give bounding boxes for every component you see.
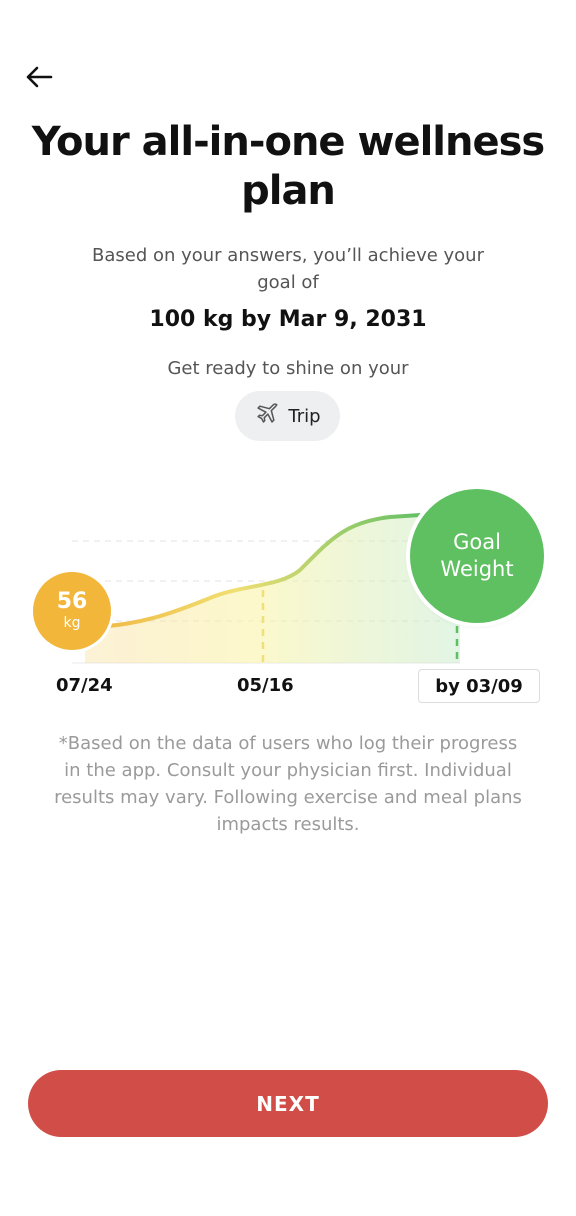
- goal-summary: 100 kg by Mar 9, 2031: [149, 307, 427, 332]
- projection-area: [85, 515, 460, 663]
- back-button[interactable]: [22, 62, 56, 96]
- goal-weight-label: Goal Weight: [440, 530, 514, 581]
- arrow-left-icon: [25, 66, 53, 92]
- start-weight-unit: kg: [63, 615, 81, 631]
- page-title: Your all-in-one wellness plan: [31, 119, 545, 214]
- plan-subtitle: Based on your answers, you’ll achieve yo…: [91, 245, 484, 293]
- goal-weight-badge: Goal Weight: [410, 489, 544, 623]
- event-intro-text: Get ready to shine on your: [167, 358, 409, 379]
- disclaimer-text: *Based on the data of users who log thei…: [54, 733, 522, 835]
- next-button[interactable]: NEXT: [28, 1070, 548, 1137]
- start-weight-badge: 56 kg: [33, 572, 111, 650]
- start-weight-value: 56: [56, 589, 88, 614]
- event-chip: Trip: [235, 391, 340, 441]
- event-chip-label: Trip: [288, 405, 321, 427]
- start-date-label: 07/24: [56, 675, 113, 696]
- goal-date-label: by 03/09: [418, 669, 540, 703]
- mid-date-label: 05/16: [237, 675, 294, 696]
- airplane-icon: [254, 401, 280, 432]
